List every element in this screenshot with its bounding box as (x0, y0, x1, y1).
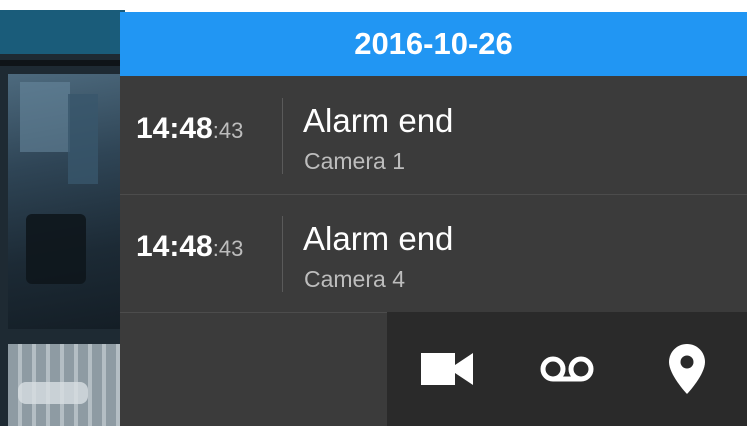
video-camera-icon (421, 353, 473, 385)
event-camera: Camera 4 (304, 266, 405, 292)
event-camera: Camera 1 (304, 148, 405, 174)
camera-thumbnail[interactable] (8, 344, 120, 426)
divider (0, 60, 125, 66)
recordings-button[interactable] (532, 334, 602, 404)
event-time: 14:48:43 (136, 230, 243, 264)
voicemail-recording-icon (540, 356, 594, 382)
event-time-hours-minutes: 14:48 (136, 112, 213, 145)
location-pin-icon (669, 344, 705, 394)
event-time-hours-minutes: 14:48 (136, 230, 213, 263)
live-video-button[interactable] (412, 334, 482, 404)
event-time: 14:48:43 (136, 112, 243, 146)
event-time-seconds: :43 (212, 118, 244, 143)
location-button[interactable] (652, 334, 722, 404)
camera-thumbnail[interactable] (8, 74, 120, 329)
event-panel: 2016-10-26 14:48:43 Alarm end Camera 1 1… (120, 12, 747, 426)
row-separator (282, 216, 283, 292)
event-row[interactable]: 14:48:43 Alarm end Camera 1 (120, 76, 747, 195)
event-row[interactable]: 14:48:43 Alarm end Camera 4 (120, 194, 747, 313)
action-bar (387, 312, 747, 426)
app-top-bar (0, 10, 125, 54)
event-title: Alarm end (303, 102, 454, 139)
event-time-seconds: :43 (212, 236, 244, 261)
date-header: 2016-10-26 (120, 12, 747, 76)
row-separator (282, 98, 283, 174)
event-title: Alarm end (303, 220, 454, 257)
